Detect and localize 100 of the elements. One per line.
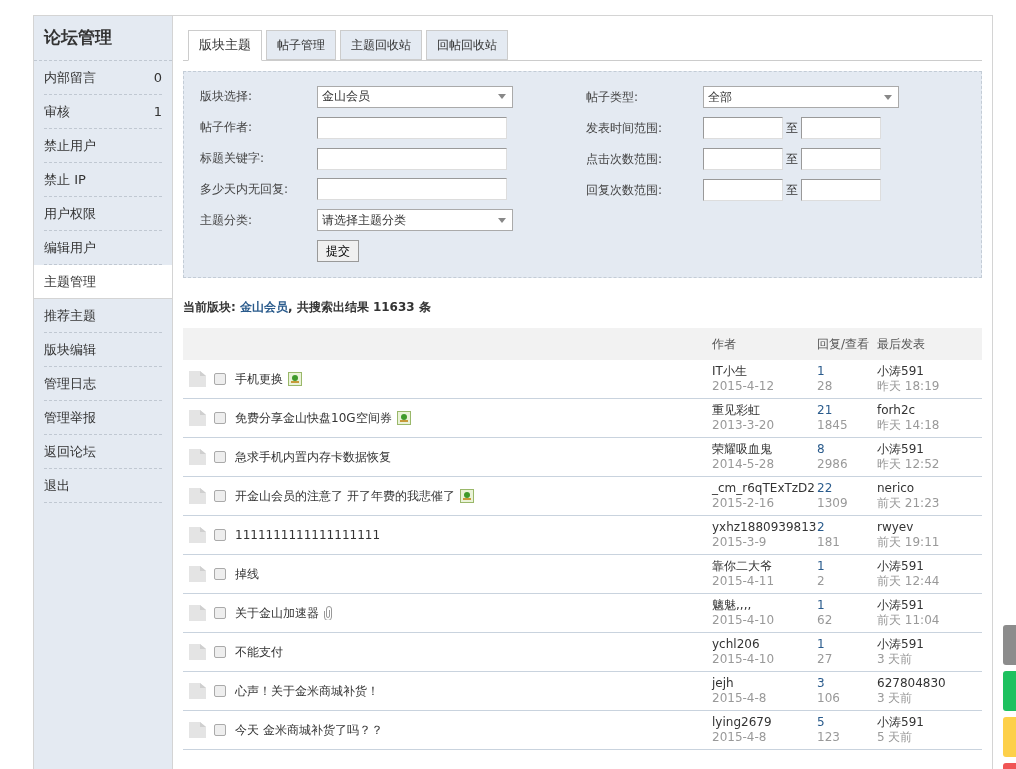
reply-count: 1	[817, 598, 826, 613]
sidebar-item[interactable]: 禁止 IP	[44, 163, 162, 197]
result-summary: 当前版块: 金山会员, 共搜索出结果 11633 条	[183, 299, 432, 316]
tab[interactable]: 帖子管理	[266, 30, 336, 60]
input-field[interactable]	[801, 179, 881, 201]
input-field[interactable]	[703, 148, 783, 170]
sidebar-item[interactable]: 管理举报	[44, 401, 162, 435]
author-name[interactable]: _cm_r6qTExTzD2	[712, 481, 817, 496]
last-poster[interactable]: 小涛591	[877, 598, 982, 613]
tab[interactable]: 主题回收站	[340, 30, 422, 60]
sidebar-item[interactable]: 版块编辑	[44, 333, 162, 367]
last-poster[interactable]: 小涛591	[877, 442, 982, 457]
topic-link[interactable]: 今天 金米商城补货了吗？？	[235, 721, 383, 739]
topic-link[interactable]: 免费分享金山快盘10G空间券	[235, 409, 392, 427]
post-date: 2015-2-16	[712, 496, 776, 511]
author-name[interactable]: IT小生	[712, 364, 817, 379]
input-field[interactable]	[317, 147, 507, 170]
dropdown[interactable]: 请选择主题分类	[317, 209, 513, 232]
sidebar-item[interactable]: 主题管理	[34, 265, 172, 299]
last-poster[interactable]: forh2c	[877, 403, 982, 418]
view-count: 2	[817, 574, 826, 589]
forum-link[interactable]: 金山会员	[240, 300, 288, 314]
paperclip-icon	[324, 606, 332, 620]
input-field[interactable]	[317, 116, 507, 139]
topic-link[interactable]: 关于金山加速器	[235, 604, 319, 622]
topic-link[interactable]: 急求手机内置内存卡数据恢复	[235, 448, 391, 466]
checkbox[interactable]	[214, 451, 226, 463]
sidebar-item[interactable]: 推荐主题	[44, 299, 162, 333]
dropdown[interactable]: 全部	[703, 86, 899, 108]
checkbox[interactable]	[214, 373, 226, 385]
checkbox[interactable]	[214, 412, 226, 424]
author-name[interactable]: ychl206	[712, 637, 817, 652]
checkbox[interactable]	[214, 685, 226, 697]
view-count: 62	[817, 613, 834, 628]
reply-count: 21	[817, 403, 834, 418]
last-poster[interactable]: rwyev	[877, 520, 982, 535]
reply-count: 1	[817, 637, 826, 652]
sidebar-item[interactable]: 内部留言 0	[44, 61, 162, 95]
document-icon	[189, 410, 206, 426]
view-count: 106	[817, 691, 841, 706]
last-poster[interactable]: 627804830	[877, 676, 982, 691]
author-name[interactable]: 魑魅,,,,	[712, 598, 817, 613]
checkbox[interactable]	[214, 607, 226, 619]
dropdown[interactable]: 金山会员	[317, 85, 513, 108]
field-label: 主题分类:	[200, 211, 254, 229]
last-poster[interactable]: 小涛591	[877, 637, 982, 652]
topic-link[interactable]: 掉线	[235, 565, 259, 583]
document-icon	[189, 488, 206, 504]
topic-link[interactable]: 心声！关于金米商城补货！	[235, 682, 379, 700]
input-field[interactable]	[801, 148, 881, 170]
post-date: 2015-4-10	[712, 613, 776, 628]
view-count: 1309	[817, 496, 849, 511]
last-post-time: 3 天前	[877, 652, 914, 667]
caret-icon	[498, 217, 506, 223]
input-field[interactable]	[703, 179, 783, 201]
document-icon	[189, 722, 206, 738]
field-label: 发表时间范围:	[586, 119, 664, 137]
checkbox[interactable]	[214, 724, 226, 736]
sidebar-item[interactable]: 返回论坛	[44, 435, 162, 469]
sidebar-item[interactable]: 审核 1	[44, 95, 162, 129]
author-name[interactable]: 靠你二大爷	[712, 559, 817, 574]
sidebar-item[interactable]: 禁止用户	[44, 129, 162, 163]
sidebar-item[interactable]: 用户权限	[44, 197, 162, 231]
post-date: 2015-4-11	[712, 574, 776, 589]
author-name[interactable]: yxhz1880939813	[712, 520, 817, 535]
topic-link[interactable]: 不能支付	[235, 643, 283, 661]
field-label: 帖子作者:	[200, 119, 254, 137]
last-post-time: 前天 11:04	[877, 613, 941, 628]
field-label: 多少天内无回复:	[200, 180, 290, 198]
author-name[interactable]: lying2679	[712, 715, 817, 730]
author-name[interactable]: 重见彩虹	[712, 403, 817, 418]
topic-link[interactable]: 1111111111111111111	[235, 528, 381, 542]
input-field[interactable]	[317, 178, 507, 201]
reply-count: 3	[817, 676, 826, 691]
checkbox[interactable]	[214, 529, 226, 541]
sidebar-item[interactable]: 退出	[44, 469, 162, 503]
input-field[interactable]	[801, 117, 881, 139]
post-date: 2013-3-20	[712, 418, 776, 433]
author-name[interactable]: jejh	[712, 676, 817, 691]
range-separator: 至	[786, 119, 798, 137]
topic-link[interactable]: 手机更换	[235, 370, 283, 388]
author-name[interactable]: 荣耀吸血鬼	[712, 442, 817, 457]
checkbox[interactable]	[214, 646, 226, 658]
topic-link[interactable]: 开金山会员的注意了 开了年费的我悲催了	[235, 487, 455, 505]
view-count: 1845	[817, 418, 849, 433]
last-poster[interactable]: 小涛591	[877, 364, 982, 379]
last-poster[interactable]: 小涛591	[877, 715, 982, 730]
last-post-time: 前天 19:11	[877, 535, 941, 550]
last-poster[interactable]: 小涛591	[877, 559, 982, 574]
document-icon	[189, 605, 206, 621]
checkbox[interactable]	[214, 490, 226, 502]
submit-button[interactable]: 提交	[317, 240, 359, 263]
sidebar-item[interactable]: 管理日志	[44, 367, 162, 401]
checkbox[interactable]	[214, 568, 226, 580]
reply-count: 22	[817, 481, 834, 496]
tab[interactable]: 回帖回收站	[426, 30, 508, 60]
last-post-time: 3 天前	[877, 691, 914, 706]
input-field[interactable]	[703, 117, 783, 139]
last-poster[interactable]: nerico	[877, 481, 982, 496]
tab[interactable]: 版块主题	[188, 30, 262, 61]
